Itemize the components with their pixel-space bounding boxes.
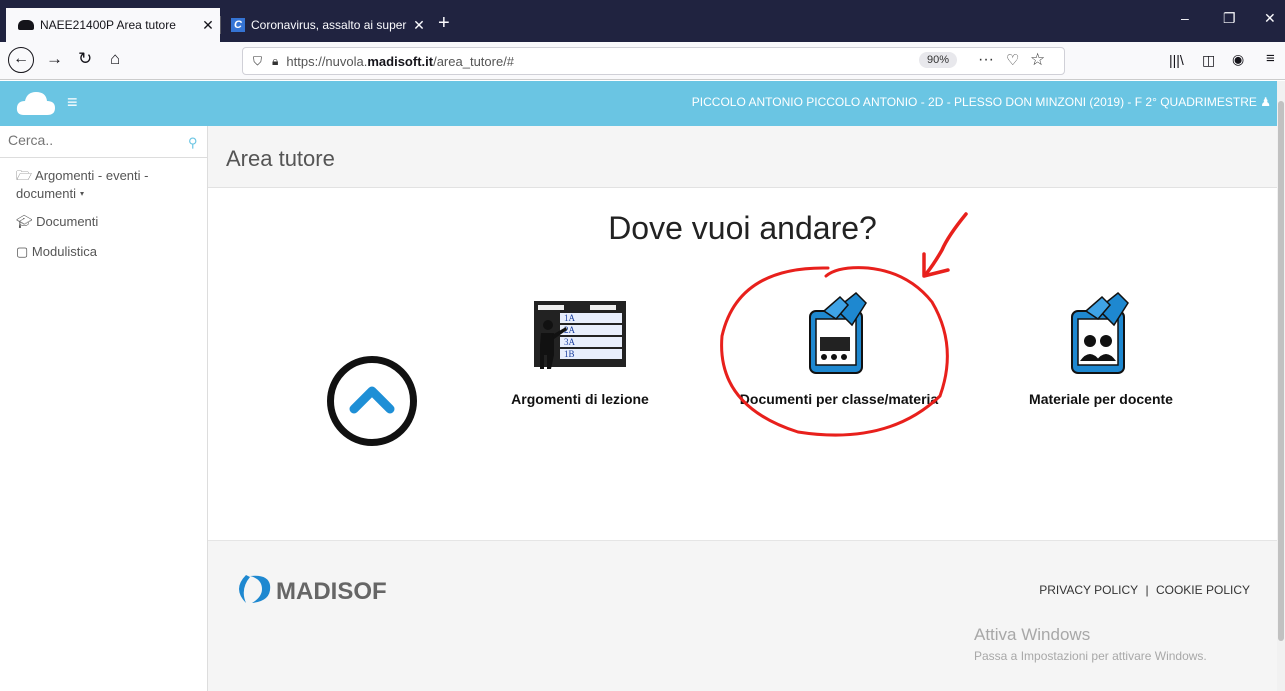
library-icon[interactable]: |||\ [1169, 52, 1184, 68]
account-icon[interactable]: ◉ [1232, 51, 1244, 68]
url-bar[interactable]: ⛉ 🔒︎ https://nuvola.madisoft.it/area_tut… [242, 47, 1065, 75]
teacher-material-icon[interactable] [1068, 289, 1132, 379]
page-scrollbar[interactable] [1277, 81, 1285, 691]
sidebar-item-label: Documenti [36, 214, 99, 229]
footer: MADISOFT PRIVACY POLICY | COOKIE POLICY … [208, 540, 1277, 691]
cookie-policy-link[interactable]: COOKIE POLICY [1156, 583, 1250, 597]
hamburger-icon[interactable]: ≡ [67, 92, 78, 113]
cloud-icon[interactable] [16, 89, 56, 117]
close-icon[interactable]: ✕ [196, 17, 220, 34]
pocket-icon[interactable]: ♡ [1006, 51, 1019, 69]
chevron-up-icon [349, 386, 395, 414]
menu-icon[interactable]: ≡ [1266, 50, 1275, 67]
teacher-blackboard-icon[interactable]: 1A 2A 3A 1B [532, 299, 628, 371]
svg-text:3A: 3A [564, 337, 576, 347]
annotation-circle-arrow [720, 212, 968, 437]
cloud-icon [18, 20, 34, 30]
back-icon[interactable]: ← [8, 47, 34, 73]
browser-tabbar: NAEE21400P Area tutore ✕ C Coronavirus, … [0, 0, 1285, 42]
privacy-policy-link[interactable]: PRIVACY POLICY [1039, 583, 1138, 597]
tab-title: Coronavirus, assalto ai superm [251, 18, 407, 32]
browser-tab-active[interactable]: NAEE21400P Area tutore ✕ [6, 8, 220, 42]
window-close-icon[interactable]: ✕ [1264, 10, 1276, 27]
user-info[interactable]: PICCOLO ANTONIO PICCOLO ANTONIO - 2D - P… [692, 95, 1271, 109]
search-box: ⚲ [0, 126, 207, 158]
url-text: https://nuvola.madisoft.it/area_tutore/# [286, 53, 515, 69]
main-content: Area tutore Dove vuoi andare? 1A 2A 3A 1… [208, 126, 1277, 691]
c-icon: C [231, 18, 245, 32]
choice-label[interactable]: Argomenti di lezione [510, 391, 650, 407]
home-icon[interactable]: ⌂ [110, 49, 120, 69]
bookmark-star-icon[interactable]: ☆ [1030, 50, 1045, 70]
sidebar-toggle-icon[interactable]: ◫ [1202, 52, 1215, 69]
sidebar-item-label: Modulistica [31, 244, 97, 259]
graduation-cap-icon: 🎓︎ [16, 214, 33, 229]
search-input[interactable] [8, 132, 178, 148]
madisoft-logo: MADISOFT [236, 571, 402, 612]
minimize-icon[interactable]: – [1181, 10, 1189, 26]
policy-separator: | [1145, 583, 1149, 597]
windows-activation-watermark: Attiva Windows Passa a Impostazioni per … [974, 625, 1207, 663]
choice-label[interactable]: Materiale per docente [1016, 391, 1186, 407]
policy-links: PRIVACY POLICY | COOKIE POLICY [1039, 583, 1250, 597]
scrollbar-thumb[interactable] [1278, 101, 1284, 641]
new-tab-icon[interactable]: + [438, 12, 450, 35]
svg-text:MADISOFT: MADISOFT [276, 578, 386, 605]
zoom-level[interactable]: 90% [919, 52, 958, 68]
browser-navbar: ← → ↻ ⌂ ⛉ 🔒︎ https://nuvola.madisoft.it/… [0, 42, 1285, 80]
watermark-subtitle: Passa a Impostazioni per attivare Window… [974, 649, 1207, 663]
title-bar: Area tutore [208, 126, 1277, 188]
watermark-title: Attiva Windows [974, 625, 1091, 644]
app-header: ≡ PICCOLO ANTONIO PICCOLO ANTONIO - 2D -… [0, 81, 1285, 126]
restore-icon[interactable]: ❐ [1223, 10, 1236, 27]
search-icon[interactable]: ⚲ [188, 135, 198, 151]
forward-icon[interactable]: → [46, 49, 63, 69]
page-title: Area tutore [226, 146, 335, 171]
more-actions-icon[interactable]: ··· [978, 51, 994, 69]
reload-icon[interactable]: ↻ [78, 49, 92, 69]
folder-open-icon: 🗁 [16, 168, 33, 183]
browser-tab[interactable]: C Coronavirus, assalto ai superm ✕ [221, 8, 431, 42]
tab-title: NAEE21400P Area tutore [40, 18, 176, 32]
sidebar-item-argomenti[interactable]: 🗁 Argomenti - eventi - documenti ▾ [16, 167, 191, 203]
lock-icon[interactable]: 🔒︎ [272, 54, 278, 69]
svg-text:1A: 1A [564, 313, 576, 323]
close-icon[interactable]: ✕ [407, 17, 431, 34]
sidebar-item-modulistica[interactable]: ▢ Modulistica [16, 244, 97, 260]
sidebar-item-documenti[interactable]: 🎓︎ Documenti [16, 214, 98, 230]
sidebar: ⚲ 🗁 Argomenti - eventi - documenti ▾ 🎓︎ … [0, 126, 208, 691]
scroll-up-button[interactable] [327, 356, 417, 446]
svg-text:1B: 1B [564, 349, 575, 359]
sidebar-item-label: Argomenti - eventi - documenti ▾ [16, 168, 149, 201]
shield-icon[interactable]: ⛉ [253, 54, 262, 69]
briefcase-icon: ▢ [16, 244, 29, 259]
